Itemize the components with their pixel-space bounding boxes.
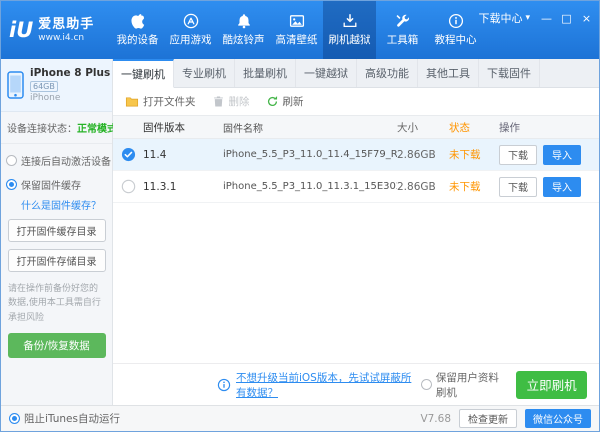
connection-status: 设备连接状态：正常模式	[1, 112, 117, 144]
app-version: V7.68	[420, 412, 451, 425]
flash-now-button[interactable]: 立即刷机	[516, 370, 587, 399]
auto-activate-radio[interactable]	[6, 155, 17, 166]
close-button[interactable]: ×	[580, 12, 593, 25]
tab-other-tools[interactable]: 其他工具	[418, 59, 479, 87]
maximize-button[interactable]: □	[560, 12, 573, 25]
backup-warning-text: 请在操作前备份好您的数据,使用本工具需自行承担风险	[8, 284, 101, 323]
wallpaper-icon	[289, 13, 305, 29]
firmware-name: iPhone_5.5_P3_11.0_11.4_15F79_Restore.ip…	[223, 149, 397, 160]
download-button[interactable]: 下载	[499, 144, 537, 165]
device-capacity-badge: 64GB	[30, 81, 58, 92]
nav-item-flash-jailbreak[interactable]: 刷机越狱	[323, 1, 376, 59]
tutorial-info-icon	[448, 13, 464, 29]
tab-oneclick-flash[interactable]: 一键刷机	[113, 59, 174, 88]
firmware-size: 2.86GB	[397, 180, 436, 193]
firmware-size: 2.86GB	[397, 148, 436, 161]
tab-oneclick-jailbreak[interactable]: 一键越狱	[296, 59, 357, 87]
statusbar: 阻止iTunes自动运行 V7.68 检查更新 微信公众号	[1, 405, 599, 431]
titlebar-right: 下载中心 ▾ — □ ×	[478, 10, 593, 26]
device-family: iPhone	[30, 93, 61, 103]
firmware-toolbar: 打开文件夹 删除 刷新	[113, 88, 599, 115]
row-unselected-circle-icon[interactable]	[121, 179, 136, 194]
block-update-tip: 不想升级当前iOS版本，先试试屏蔽所有数据？	[217, 370, 421, 400]
download-button[interactable]: 下载	[499, 176, 537, 197]
app-logo: iU 爱思助手 www.i4.cn	[1, 1, 111, 59]
refresh-tool[interactable]: 刷新	[266, 94, 304, 109]
tab-advanced[interactable]: 高级功能	[357, 59, 418, 87]
header-status: 状态	[449, 121, 470, 134]
header-name: 固件名称	[223, 123, 263, 135]
firmware-version: 11.4	[143, 148, 167, 161]
nav-item-apps-games[interactable]: 应用游戏	[164, 1, 217, 59]
nav-item-tutorials[interactable]: 教程中心	[429, 1, 482, 59]
flash-footer: 不想升级当前iOS版本，先试试屏蔽所有数据？ 保留用户资料刷机 立即刷机	[113, 363, 599, 405]
window-controls: — □ ×	[540, 12, 593, 25]
header-action: 操作	[499, 121, 520, 134]
iphone-icon	[7, 71, 24, 99]
refresh-icon	[266, 95, 279, 108]
open-storage-dir-button[interactable]: 打开固件存储目录	[7, 249, 106, 272]
backup-restore-button[interactable]: 备份/恢复数据	[7, 333, 106, 359]
block-itunes-option[interactable]: 阻止iTunes自动运行	[9, 411, 120, 426]
row-selected-check-icon[interactable]	[121, 147, 136, 162]
minimize-button[interactable]: —	[540, 12, 553, 25]
nav-item-my-device[interactable]: 我的设备	[111, 1, 164, 59]
firmware-table-header: 固件版本 固件名称 大小 状态 操作	[113, 115, 599, 139]
keep-user-data-radio[interactable]	[420, 379, 432, 390]
table-row[interactable]: 11.3.1 iPhone_5.5_P3_11.0_11.3.1_15E302_…	[113, 171, 599, 203]
status-badge: 未下载	[449, 181, 481, 193]
keep-cache-radio[interactable]	[6, 179, 17, 190]
sidebar: iPhone 8 Plus 64GB iPhone 设备连接状态：正常模式 连接…	[1, 59, 117, 405]
app-body: iPhone 8 Plus 64GB iPhone 设备连接状态：正常模式 连接…	[1, 59, 599, 405]
device-name: iPhone 8 Plus	[30, 67, 111, 79]
open-folder-tool[interactable]: 打开文件夹	[125, 94, 196, 109]
wechat-account-button[interactable]: 微信公众号	[525, 409, 591, 428]
keep-cache-option[interactable]: 保留固件缓存	[1, 177, 112, 192]
logo-icon: iU	[9, 17, 34, 42]
block-update-link[interactable]: 不想升级当前iOS版本，先试试屏蔽所有数据？	[236, 370, 421, 400]
apple-icon	[130, 13, 146, 29]
firmware-version: 11.3.1	[143, 180, 177, 193]
app-name: 爱思助手	[38, 17, 95, 33]
check-update-button[interactable]: 检查更新	[459, 409, 517, 428]
main-panel: 一键刷机 专业刷机 批量刷机 一键越狱 高级功能 其他工具 下载固件 打开文件夹	[113, 59, 599, 405]
block-itunes-radio[interactable]	[9, 413, 20, 424]
info-icon	[217, 378, 231, 392]
flash-icon	[342, 13, 358, 29]
cache-help-link[interactable]: 什么是固件缓存？	[21, 197, 106, 212]
empty-area	[113, 203, 599, 363]
table-row[interactable]: 11.4 iPhone_5.5_P3_11.0_11.4_15F79_Resto…	[113, 139, 599, 171]
titlebar: iU 爱思助手 www.i4.cn 我的设备 应用游戏 酷炫铃声 高清壁纸 刷机…	[1, 1, 599, 59]
firmware-name: iPhone_5.5_P3_11.0_11.3.1_15E302_Restore…	[223, 181, 397, 192]
app-window: iU 爱思助手 www.i4.cn 我的设备 应用游戏 酷炫铃声 高清壁纸 刷机…	[0, 0, 600, 432]
device-card: iPhone 8 Plus 64GB iPhone	[1, 59, 112, 112]
appstore-icon	[183, 13, 199, 29]
delete-tool[interactable]: 删除	[212, 94, 250, 109]
folder-icon	[125, 95, 139, 109]
download-center-button[interactable]: 下载中心 ▾	[478, 10, 530, 26]
nav-item-wallpapers[interactable]: 高清壁纸	[270, 1, 323, 59]
header-version: 固件版本	[143, 121, 185, 134]
tabbar: 一键刷机 专业刷机 批量刷机 一键越狱 高级功能 其他工具 下载固件	[113, 59, 599, 88]
header-size: 大小	[397, 121, 418, 134]
connection-mode-value: 正常模式	[77, 124, 117, 135]
chevron-down-icon: ▾	[525, 13, 530, 23]
tab-pro-flash[interactable]: 专业刷机	[174, 59, 235, 87]
auto-activate-option[interactable]: 连接后自动激活设备	[1, 153, 112, 168]
toolbox-icon	[395, 13, 411, 29]
open-cache-dir-button[interactable]: 打开固件缓存目录	[7, 219, 106, 242]
status-badge: 未下载	[449, 149, 481, 161]
keep-user-data-option[interactable]: 保留用户资料刷机	[420, 370, 506, 400]
nav-item-ringtones[interactable]: 酷炫铃声	[217, 1, 270, 59]
tab-batch-flash[interactable]: 批量刷机	[235, 59, 296, 87]
app-url: www.i4.cn	[38, 32, 85, 43]
nav-item-toolbox[interactable]: 工具箱	[376, 1, 429, 59]
tab-download-firmware[interactable]: 下载固件	[479, 59, 540, 87]
top-navigation: 我的设备 应用游戏 酷炫铃声 高清壁纸 刷机越狱 工具箱 教程中心	[111, 1, 482, 59]
bell-icon	[236, 13, 252, 29]
import-button[interactable]: 导入	[543, 176, 581, 197]
trash-icon	[212, 95, 225, 108]
import-button[interactable]: 导入	[543, 144, 581, 165]
